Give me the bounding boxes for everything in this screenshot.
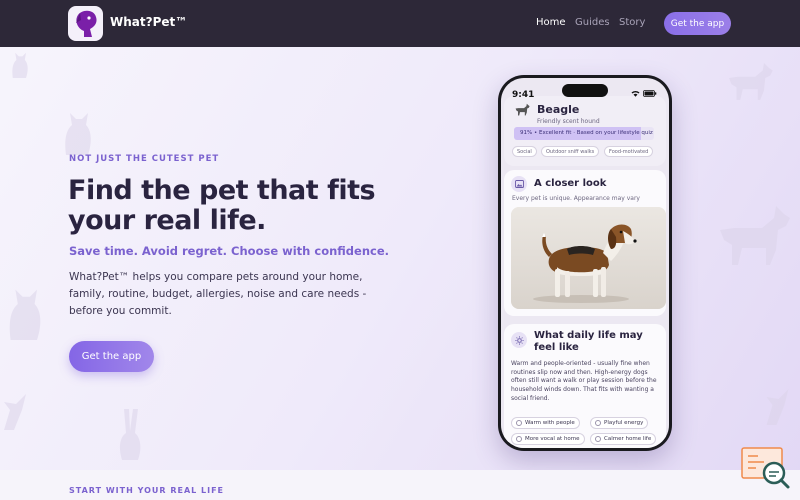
daily-life-title: What daily life may feel like (534, 330, 643, 353)
status-time: 9:41 (512, 90, 535, 100)
daily-life-card[interactable]: What daily life may feel like Warm and p… (504, 324, 666, 448)
hero-eyebrow: NOT JUST THE CUTEST PET (69, 154, 220, 164)
next-section-label: START WITH YOUR REAL LIFE (69, 486, 225, 495)
trait-chip-label: Playful energy (604, 420, 644, 426)
check-icon (595, 436, 601, 442)
rabbit-silhouette-icon (119, 409, 141, 460)
image-icon (511, 176, 527, 192)
top-navigation-bar: What?Pet™ Home Guides Story Get the app (0, 0, 800, 47)
bird-silhouette-icon (766, 389, 789, 425)
battery-icon (643, 90, 657, 97)
nav-home[interactable]: Home (536, 17, 566, 28)
pet-head-logo-icon (75, 10, 97, 37)
closer-look-title: A closer look (534, 178, 607, 189)
sun-icon (511, 332, 527, 348)
trait-chip: Warm with people (511, 417, 580, 429)
pet-subtitle: Friendly scent hound (537, 118, 600, 125)
cat-silhouette-icon (12, 52, 28, 78)
beagle-illustration (511, 207, 666, 309)
pet-name: Beagle (537, 103, 580, 116)
cat-silhouette-icon (9, 289, 41, 340)
dog-icon (515, 103, 530, 116)
fit-score-bar: 91% • Excellent fit · Based on your life… (514, 127, 654, 140)
cat-silhouette-icon (65, 113, 91, 155)
hero-headline: Find the pet that fits your real life. (68, 175, 376, 236)
bird-silhouette-icon (4, 394, 26, 430)
trait-chip-label: More vocal at home (525, 436, 580, 442)
search-chat-icon (741, 447, 790, 489)
header-get-app-button[interactable]: Get the app (664, 12, 731, 35)
trait-chip: More vocal at home (511, 433, 585, 445)
dog-silhouette-icon (729, 62, 773, 100)
dog-silhouette-icon (720, 206, 790, 265)
hero-description: What?Pet™ helps you compare pets around … (69, 271, 367, 317)
trait-chip: Playful energy (590, 417, 649, 429)
brand-name[interactable]: What?Pet™ (110, 15, 187, 29)
hero-subline: Save time. Avoid regret. Choose with con… (69, 244, 390, 258)
phone-mockup: Beagle Friendly scent hound 91% • Excell… (498, 75, 672, 451)
trait-chip-label: Warm with people (525, 420, 575, 426)
pet-tag: Outdoor sniff walks (541, 146, 600, 157)
closer-look-card[interactable]: A closer look Every pet is unique. Appea… (504, 170, 666, 316)
daily-life-description: Warm and people-oriented - usually fine … (511, 360, 657, 402)
trait-chip-label: Calmer home life (604, 436, 652, 442)
brand-logo[interactable] (68, 6, 103, 41)
trait-chip: Calmer home life (590, 433, 657, 445)
nav-guides[interactable]: Guides (575, 17, 610, 28)
pet-tag: Social (512, 146, 537, 157)
wifi-icon (631, 90, 640, 97)
corner-widget[interactable] (740, 446, 792, 490)
phone-screen: Beagle Friendly scent hound 91% • Excell… (501, 78, 669, 448)
closer-look-subtitle: Every pet is unique. Appearance may vary (512, 195, 640, 202)
pet-summary-card[interactable]: Beagle Friendly scent hound 91% • Excell… (504, 96, 666, 166)
hero-get-app-button[interactable]: Get the app (69, 341, 154, 372)
nav-story[interactable]: Story (619, 17, 645, 28)
beagle-photo (511, 207, 666, 309)
check-icon (595, 420, 601, 426)
next-section-band (0, 470, 800, 500)
pet-tag: Food-motivated (604, 146, 654, 157)
check-icon (516, 420, 522, 426)
check-icon (516, 436, 522, 442)
status-icons (631, 90, 657, 97)
fit-score-label: 91% • Excellent fit · Based on your life… (520, 130, 653, 136)
dynamic-island (562, 84, 608, 97)
